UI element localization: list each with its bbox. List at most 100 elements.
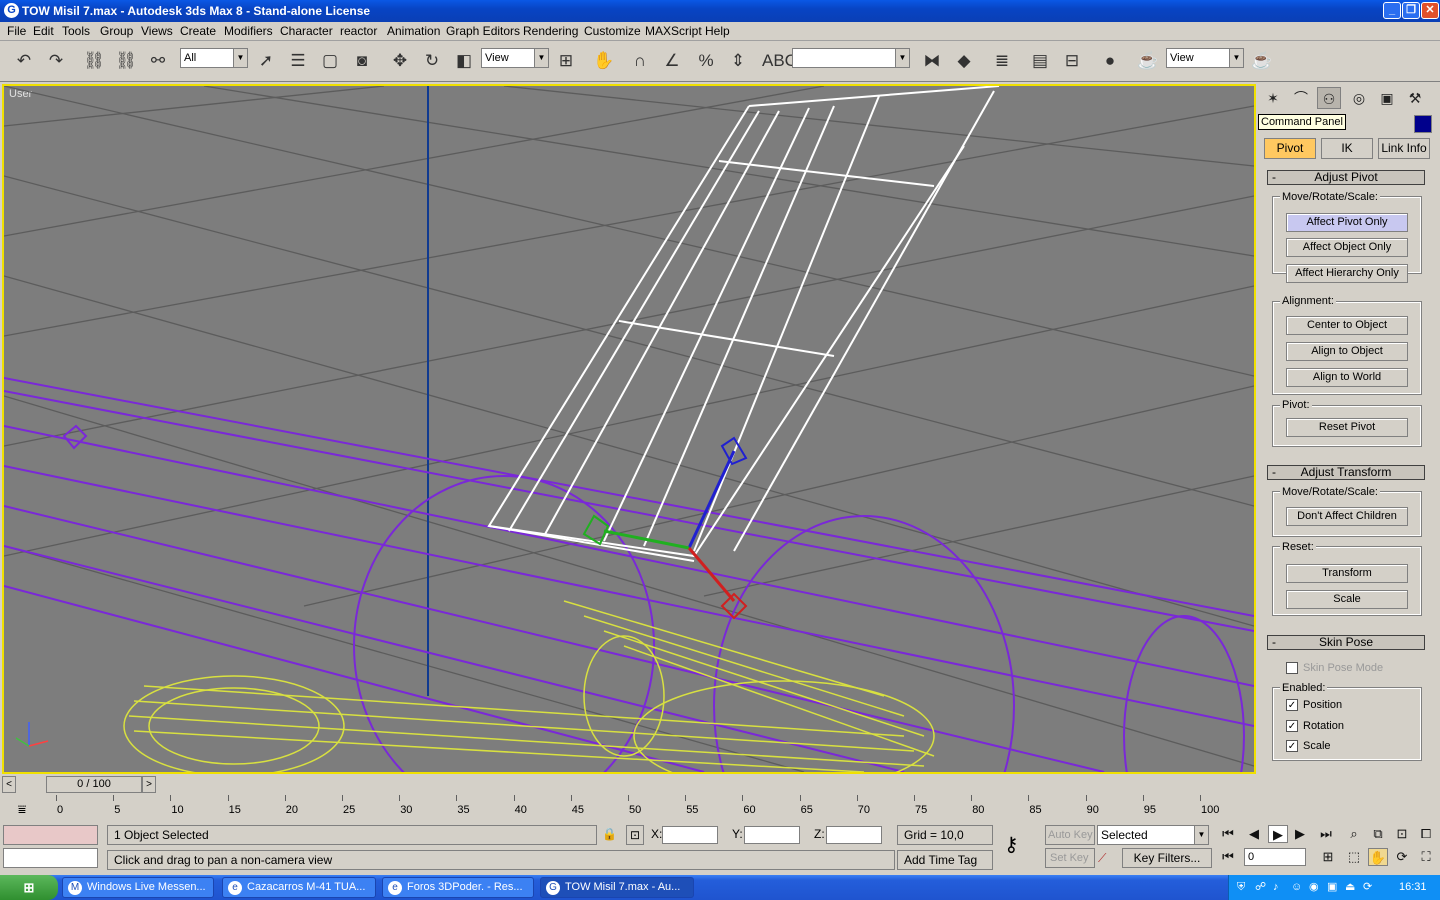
- time-configuration-icon[interactable]: ⊞: [1318, 848, 1338, 866]
- update-icon[interactable]: ⟳: [1363, 875, 1372, 900]
- adjust-transform-rollout-header[interactable]: - Adjust Transform: [1267, 465, 1425, 480]
- menu-rendering[interactable]: Rendering: [523, 24, 578, 39]
- snaps-toggle-icon[interactable]: ∩: [628, 49, 652, 73]
- network-icon[interactable]: ☍: [1255, 875, 1266, 900]
- zoom-icon[interactable]: ⌕: [1344, 825, 1364, 843]
- menu-graph-editors[interactable]: Graph Editors: [446, 24, 520, 39]
- link-info-tab[interactable]: Link Info: [1378, 138, 1430, 159]
- reference-coordinate-dropdown[interactable]: View ▼: [481, 48, 549, 68]
- absolute-mode-icon[interactable]: ⊡: [626, 825, 644, 845]
- menu-create[interactable]: Create: [180, 24, 216, 39]
- window-crossing-icon[interactable]: ◙: [350, 49, 374, 73]
- shield-icon[interactable]: ⛨: [1237, 875, 1245, 900]
- position-checkbox[interactable]: ✓ Position: [1286, 699, 1342, 712]
- add-time-tag-button[interactable]: Add Time Tag: [897, 850, 993, 870]
- taskbar-item-cazacarros[interactable]: e Cazacarros M-41 TUA...: [222, 877, 376, 898]
- select-and-link-icon[interactable]: ⛓: [82, 49, 106, 73]
- auto-key-button[interactable]: Auto Key: [1045, 825, 1095, 845]
- set-key-button[interactable]: Set Key: [1045, 848, 1095, 868]
- select-and-manipulate-icon[interactable]: ✋: [592, 49, 616, 73]
- create-tab-icon[interactable]: ✶: [1261, 87, 1285, 109]
- schematic-view-icon[interactable]: ⊟: [1060, 49, 1084, 73]
- material-editor-icon[interactable]: ●: [1098, 49, 1122, 73]
- skin-pose-rollout-header[interactable]: - Skin Pose: [1267, 635, 1425, 650]
- prev-frame-arrow-icon[interactable]: <: [2, 776, 16, 793]
- menu-edit[interactable]: Edit: [33, 24, 54, 39]
- hierarchy-tab-icon[interactable]: ⚇: [1317, 87, 1341, 109]
- maximize-viewport-icon[interactable]: ⛶: [1416, 848, 1436, 866]
- center-to-object-button[interactable]: Center to Object: [1286, 316, 1408, 335]
- scale-checkbox[interactable]: ✓ Scale: [1286, 740, 1331, 753]
- reset-scale-button[interactable]: Scale: [1286, 590, 1408, 609]
- unlink-selection-icon[interactable]: ⛓: [114, 49, 138, 73]
- affect-pivot-only-button[interactable]: Affect Pivot Only: [1286, 213, 1408, 232]
- display-tab-icon[interactable]: ▣: [1375, 87, 1399, 109]
- region-zoom-icon[interactable]: ⬚: [1344, 848, 1364, 866]
- pan-view-icon[interactable]: ✋: [1368, 848, 1388, 866]
- align-to-world-button[interactable]: Align to World: [1286, 368, 1408, 387]
- previous-frame-icon[interactable]: ◀: [1244, 825, 1264, 843]
- adjust-pivot-rollout-header[interactable]: - Adjust Pivot: [1267, 170, 1425, 185]
- zoom-extents-all-icon[interactable]: ⧠: [1416, 825, 1436, 843]
- affect-object-only-button[interactable]: Affect Object Only: [1286, 238, 1408, 257]
- taskbar-item-foros[interactable]: e Foros 3DPoder. - Res...: [382, 877, 534, 898]
- maximize-button[interactable]: ❐: [1402, 2, 1420, 19]
- redo-icon[interactable]: ↷: [44, 49, 68, 73]
- menu-tools[interactable]: Tools: [62, 24, 90, 39]
- selection-filter-dropdown[interactable]: All ▼: [180, 48, 248, 68]
- menu-maxscript[interactable]: MAXScript: [645, 24, 702, 39]
- menu-file[interactable]: File: [7, 24, 26, 39]
- start-button[interactable]: ⊞: [0, 875, 58, 900]
- z-coordinate-input[interactable]: [826, 826, 882, 844]
- key-mode-toggle-icon[interactable]: ⏮: [1218, 848, 1238, 866]
- menu-help[interactable]: Help: [705, 24, 730, 39]
- select-and-rotate-icon[interactable]: ↻: [420, 49, 444, 73]
- object-color-swatch[interactable]: [1414, 115, 1432, 133]
- user-viewport[interactable]: User: [2, 84, 1256, 774]
- motion-tab-icon[interactable]: ◎: [1347, 87, 1371, 109]
- time-slider[interactable]: < 0 / 100 >: [2, 776, 1256, 793]
- mirror-icon[interactable]: ⧓: [920, 49, 944, 73]
- menu-reactor[interactable]: reactor: [340, 24, 377, 39]
- select-and-scale-icon[interactable]: ◧: [452, 49, 476, 73]
- current-frame-input[interactable]: 0: [1244, 848, 1306, 866]
- time-slider-thumb[interactable]: 0 / 100: [46, 776, 142, 793]
- set-key-mode-icon[interactable]: ⚷: [1004, 835, 1019, 855]
- align-icon[interactable]: ◆: [952, 49, 976, 73]
- undo-icon[interactable]: ↶: [12, 49, 36, 73]
- edit-named-selection-icon[interactable]: ABC: [762, 49, 797, 73]
- render-type-dropdown[interactable]: View ▼: [1166, 48, 1244, 68]
- menu-animation[interactable]: Animation: [387, 24, 440, 39]
- y-coordinate-input[interactable]: [744, 826, 800, 844]
- layer-manager-icon[interactable]: ≣: [990, 49, 1014, 73]
- menu-character[interactable]: Character: [280, 24, 333, 39]
- messenger-tray-icon[interactable]: ☺: [1291, 875, 1302, 900]
- mini-curve-editor-icon[interactable]: ⩸: [12, 800, 32, 818]
- default-in-out-tangent-icon[interactable]: ⟋: [1098, 849, 1106, 867]
- play-animation-icon[interactable]: ▶: [1268, 825, 1288, 843]
- menu-customize[interactable]: Customize: [584, 24, 641, 39]
- named-selection-dropdown[interactable]: ▼: [792, 48, 910, 68]
- go-to-start-icon[interactable]: ⏮: [1218, 825, 1238, 843]
- select-object-icon[interactable]: ➚: [254, 49, 278, 73]
- menu-views[interactable]: Views: [141, 24, 173, 39]
- render-scene-icon[interactable]: ☕: [1136, 49, 1160, 73]
- use-pivot-center-icon[interactable]: ⊞: [554, 49, 578, 73]
- zoom-all-icon[interactable]: ⧉: [1368, 825, 1388, 843]
- rectangular-selection-icon[interactable]: ▢: [318, 49, 342, 73]
- track-bar[interactable]: ⩸ 0 5 10 15 20 25 30 35 40 45 50 55 60 65 70 75 80 85 90 95…: [0, 795, 1256, 823]
- percent-snap-icon[interactable]: %: [694, 49, 718, 73]
- align-to-object-button[interactable]: Align to Object: [1286, 342, 1408, 361]
- reset-pivot-button[interactable]: Reset Pivot: [1286, 418, 1408, 437]
- utilities-tab-icon[interactable]: ⚒: [1403, 87, 1427, 109]
- menu-group[interactable]: Group: [100, 24, 133, 39]
- volume-icon[interactable]: ♪: [1273, 875, 1279, 900]
- zoom-extents-icon[interactable]: ⊡: [1392, 825, 1412, 843]
- x-coordinate-input[interactable]: [662, 826, 718, 844]
- modify-tab-icon[interactable]: ⌒: [1289, 87, 1313, 109]
- close-button[interactable]: ✕: [1421, 2, 1439, 19]
- curve-editor-icon[interactable]: ▤: [1028, 49, 1052, 73]
- lock-selection-icon[interactable]: 🔒: [602, 825, 617, 843]
- select-and-move-icon[interactable]: ✥: [388, 49, 412, 73]
- skin-pose-mode-checkbox[interactable]: Skin Pose Mode: [1286, 662, 1383, 675]
